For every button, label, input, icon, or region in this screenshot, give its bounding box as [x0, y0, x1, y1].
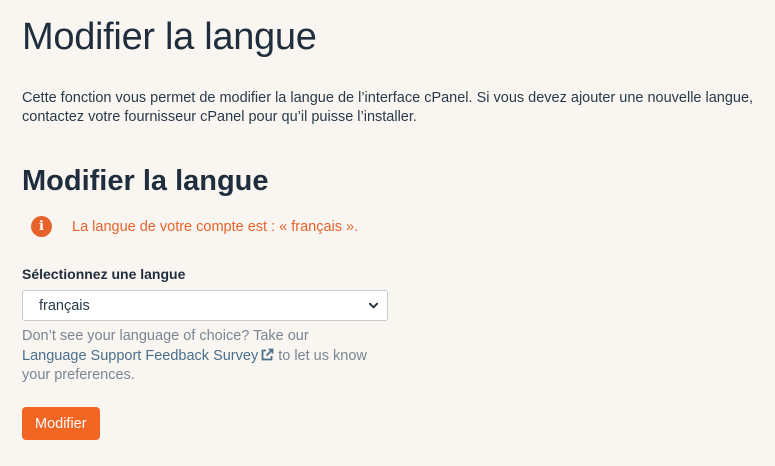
language-select[interactable]: français [22, 290, 388, 321]
language-select-label: Sélectionnez une langue [22, 266, 186, 282]
language-help-text: Don’t see your language of choice? Take … [22, 327, 372, 386]
current-language-notice: i La langue de votre compte est : « fran… [31, 216, 358, 237]
survey-link-label: Language Support Feedback Survey [22, 347, 259, 364]
modify-language-button[interactable]: Modifier [22, 407, 100, 440]
info-icon: i [31, 216, 52, 237]
external-link-icon [261, 348, 274, 360]
language-survey-link[interactable]: Language Support Feedback Survey [22, 348, 278, 364]
section-title: Modifier la langue [22, 165, 269, 197]
chevron-down-icon [368, 302, 379, 309]
language-select-value: français [39, 297, 90, 314]
notice-text: La langue de votre compte est : « frança… [72, 218, 359, 235]
page-description: Cette fonction vous permet de modifier l… [22, 90, 754, 125]
page-title: Modifier la langue [22, 16, 317, 58]
help-text-prefix: Don’t see your language of choice? Take … [22, 328, 309, 344]
